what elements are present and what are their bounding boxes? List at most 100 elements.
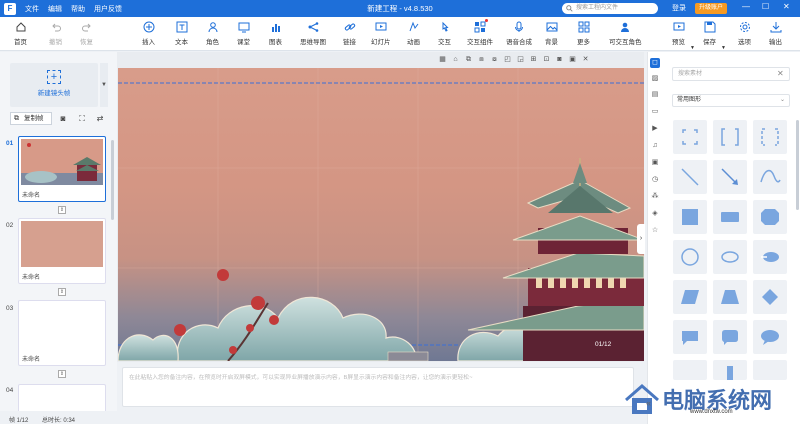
login-link[interactable]: 登录 xyxy=(672,3,686,13)
text-tab-icon[interactable]: ▤ xyxy=(650,90,660,100)
switch-icon[interactable]: ⇄ xyxy=(93,112,107,125)
star-tab-icon[interactable]: ☆ xyxy=(650,226,660,236)
shape-more-1[interactable] xyxy=(673,360,707,380)
redo-button[interactable]: 恢复 xyxy=(80,21,93,46)
notes-input[interactable]: 在此粘贴入您的备注内容，在预览时开启双屏模式，可以实现异业屏播放演示内容，B屏显… xyxy=(122,367,634,407)
chart-button[interactable]: 图表 xyxy=(269,21,282,46)
insert-button[interactable]: 插入 xyxy=(142,21,155,46)
shape-square[interactable] xyxy=(673,200,707,234)
new-frame-dropdown-icon[interactable]: ▼ xyxy=(100,63,108,107)
layer-up-icon[interactable]: ⧈ xyxy=(475,56,488,64)
menu-edit[interactable]: 编辑 xyxy=(48,4,62,14)
more-button[interactable]: 更多 xyxy=(577,21,590,46)
component-tab-icon[interactable]: ⁂ xyxy=(650,192,660,202)
shape-ellipse[interactable] xyxy=(713,240,747,274)
frame-panel-scrollbar[interactable] xyxy=(111,140,114,220)
screenshot-icon[interactable]: ⛶ xyxy=(75,112,89,125)
shape-oval-bubble[interactable] xyxy=(753,320,787,354)
home-button[interactable]: 首页 xyxy=(14,21,27,46)
save-dropdown-icon[interactable]: ▼ xyxy=(721,45,726,51)
new-frame-button[interactable]: + 新建镜头帧 xyxy=(10,63,98,107)
comment-tab-icon[interactable]: ▣ xyxy=(650,158,660,168)
menu-help[interactable]: 帮助 xyxy=(71,4,85,14)
character-button[interactable]: 角色 xyxy=(206,21,219,46)
collapse-right-panel-icon[interactable]: › xyxy=(637,224,645,254)
save-button[interactable]: 保存 xyxy=(703,21,716,46)
close-icon[interactable]: ✕ xyxy=(783,2,790,11)
interactive-component-button[interactable]: 交互组件 xyxy=(467,19,493,46)
classroom-button[interactable]: 课堂 xyxy=(237,21,250,46)
mindmap-button[interactable]: 思维导图 xyxy=(300,21,326,46)
preview-button[interactable]: 预览 xyxy=(672,21,685,46)
frame-thumbnail-1[interactable]: 未命名 xyxy=(18,136,106,202)
layer-tab-icon[interactable]: ◈ xyxy=(650,209,660,219)
shape-arrow[interactable] xyxy=(713,160,747,194)
background-button[interactable]: 背景 xyxy=(545,21,558,46)
shape-bracket-square[interactable] xyxy=(673,120,707,154)
copy-layer-icon[interactable]: ⧉ xyxy=(462,56,475,64)
camera-icon[interactable]: ◙ xyxy=(56,112,70,125)
shape-round-bubble[interactable] xyxy=(713,320,747,354)
shape-tag[interactable] xyxy=(753,240,787,274)
menu-file[interactable]: 文件 xyxy=(25,4,39,14)
shape-more-3[interactable] xyxy=(753,360,787,380)
options-button[interactable]: 选项 xyxy=(738,21,751,46)
frame-thumbnail-4[interactable] xyxy=(18,384,106,414)
clock-tab-icon[interactable]: ◷ xyxy=(650,175,660,185)
shape-category-select[interactable]: 常用图形 ⌄ xyxy=(672,94,790,107)
text-button[interactable]: 文本 xyxy=(175,21,188,46)
preview-dropdown-icon[interactable]: ▼ xyxy=(690,45,695,51)
slide-canvas[interactable] xyxy=(118,68,644,361)
slide-tab-icon[interactable]: ▭ xyxy=(650,107,660,117)
shape-dashed-bracket[interactable] xyxy=(753,120,787,154)
menu-feedback[interactable]: 用户反馈 xyxy=(94,4,122,14)
project-search-input[interactable]: 搜索工程内文件 xyxy=(562,3,658,14)
close-canvas-icon[interactable]: ✕ xyxy=(579,55,592,63)
copy-frame-button[interactable]: ⧉ 复制帧 xyxy=(10,112,52,125)
shape-more-2[interactable] xyxy=(713,360,747,380)
frame-thumbnail-2[interactable]: 未命名 xyxy=(18,218,106,284)
frame-1-toggle-icon[interactable]: ⇕ xyxy=(58,206,66,214)
material-panel-scrollbar[interactable] xyxy=(796,120,799,210)
bring-front-icon[interactable]: ◰ xyxy=(501,55,514,63)
shape-trapezoid[interactable] xyxy=(713,280,747,314)
shape-parallelogram[interactable] xyxy=(673,280,707,314)
maximize-icon[interactable]: ☐ xyxy=(762,2,769,11)
shape-diamond[interactable] xyxy=(753,280,787,314)
shape-circle[interactable] xyxy=(673,240,707,274)
upgrade-button[interactable]: 升级账户 xyxy=(695,3,727,14)
align-icon[interactable]: ⊞ xyxy=(527,55,540,63)
home-view-icon[interactable]: ⌂ xyxy=(449,56,462,63)
close-panel-icon[interactable]: ✕ xyxy=(777,69,784,78)
shape-line[interactable] xyxy=(673,160,707,194)
send-back-icon[interactable]: ◲ xyxy=(514,55,527,63)
camera-view-icon[interactable]: ◙ xyxy=(553,56,566,63)
interactive-character-button[interactable]: 可交互角色 xyxy=(609,21,642,46)
minimize-icon[interactable]: — xyxy=(742,2,750,11)
animation-button[interactable]: 动画 xyxy=(407,21,420,46)
shape-bracket[interactable] xyxy=(713,120,747,154)
save-label: 保存 xyxy=(703,39,716,46)
grid-icon[interactable]: ▣ xyxy=(566,55,579,63)
link-button[interactable]: 链接 xyxy=(343,21,356,46)
shape-rectangle[interactable] xyxy=(713,200,747,234)
shape-speech-bubble[interactable] xyxy=(673,320,707,354)
shapes-tab-icon[interactable]: ◻ xyxy=(650,58,660,68)
image-tab-icon[interactable]: ▨ xyxy=(650,74,660,84)
frame-3-toggle-icon[interactable]: ⇕ xyxy=(58,370,66,378)
video-tab-icon[interactable]: ▶ xyxy=(650,124,660,134)
layer-down-icon[interactable]: ⧇ xyxy=(488,56,501,64)
shape-octagon[interactable] xyxy=(753,200,787,234)
slides-button[interactable]: 幻灯片 xyxy=(371,21,391,46)
frame-thumbnail-3[interactable]: 未命名 xyxy=(18,300,106,366)
undo-button[interactable]: 撤销 xyxy=(49,21,62,46)
layout-icon[interactable]: ▦ xyxy=(436,55,449,63)
interact-button[interactable]: 交互 xyxy=(438,21,451,46)
speech-synthesis-button[interactable]: 语音合成 xyxy=(506,21,532,46)
music-tab-icon[interactable]: ♫ xyxy=(650,141,660,151)
material-search-input[interactable]: 搜索素材 xyxy=(672,67,790,81)
export-button[interactable]: 输出 xyxy=(769,21,782,46)
shape-curve[interactable] xyxy=(753,160,787,194)
frame-2-toggle-icon[interactable]: ⇕ xyxy=(58,288,66,296)
lock-icon[interactable]: ⊡ xyxy=(540,55,553,63)
